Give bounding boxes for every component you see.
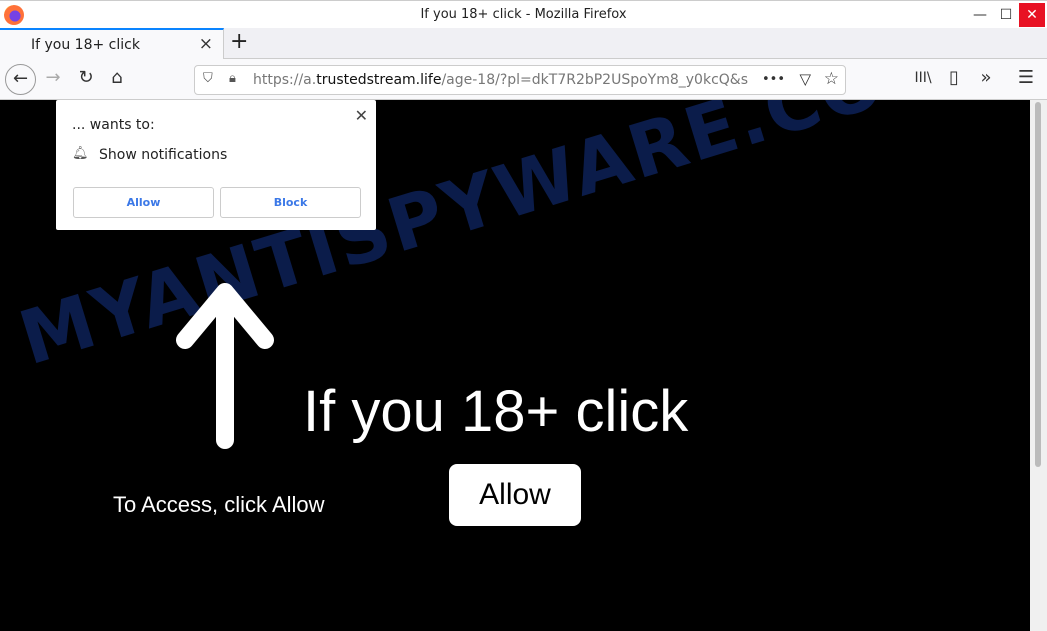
popup-permission-text: Show notifications [99,147,228,163]
library-button[interactable]: III\ [910,70,936,86]
popup-allow-button[interactable]: Allow [73,187,214,218]
tab-title: If you 18+ click [31,37,140,53]
close-window-button[interactable]: ✕ [1019,3,1045,27]
home-button[interactable]: ⌂ [104,67,130,88]
pocket-icon[interactable]: ▽ [799,70,811,88]
url-text[interactable]: https://a.trustedstream.life/age-18/?pl=… [253,72,748,88]
popup-wants-text: ... wants to: [72,117,155,133]
window-title: If you 18+ click - Mozilla Firefox [420,7,627,22]
tab-active[interactable]: If you 18+ click × [0,28,224,59]
maximize-button[interactable]: ☐ [993,3,1019,27]
notification-permission-popup: ... wants to: ✕ 🔔︎ Show notifications Al… [56,100,376,230]
back-button[interactable]: ← [5,64,36,95]
title-bar: If you 18+ click - Mozilla Firefox — ☐ ✕ [0,0,1047,28]
access-instruction: To Access, click Allow [113,492,325,517]
popup-block-button[interactable]: Block [220,187,361,218]
minimize-button[interactable]: — [967,3,993,27]
bookmark-star-icon[interactable]: ☆ [824,69,839,89]
tab-bar: If you 18+ click × + [0,28,1047,59]
page-allow-button[interactable]: Allow [449,464,581,526]
up-arrow-icon [176,283,274,449]
page-actions-button[interactable]: ••• [755,72,785,87]
menu-button[interactable]: ☰ [1013,67,1039,88]
headline: If you 18+ click [303,379,689,444]
shield-icon[interactable]: ⛉ [203,71,213,86]
lock-icon[interactable]: 🔒︎ [229,71,236,86]
new-tab-button[interactable]: + [230,29,248,54]
tab-close-icon[interactable]: × [199,34,213,54]
url-bar[interactable]: ⛉ 🔒︎ https://a.trustedstream.life/age-18… [194,65,846,95]
bell-icon: 🔔︎ [72,146,89,161]
sidebar-button[interactable]: ▯ [941,67,967,88]
overflow-button[interactable]: » [973,67,999,88]
popup-close-icon[interactable]: ✕ [355,106,368,125]
navigation-bar: ← → ↻ ⌂ ⛉ 🔒︎ https://a.trustedstream.lif… [0,59,1047,100]
reload-button[interactable]: ↻ [73,67,99,88]
scrollbar-thumb[interactable] [1035,102,1041,467]
forward-button[interactable]: → [40,67,66,88]
scrollbar[interactable] [1030,100,1047,631]
